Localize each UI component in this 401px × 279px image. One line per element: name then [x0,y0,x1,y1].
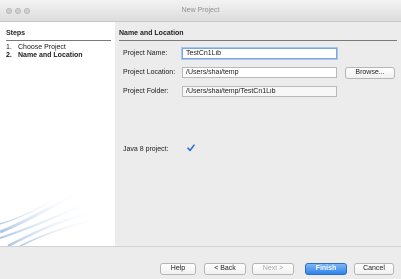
browse-button[interactable]: Browse... [345,67,395,79]
step-number: 2. [6,52,12,59]
step-name-and-location: 2. Name and Location [6,52,83,59]
step-number: 1. [6,44,12,51]
project-folder-label: Project Folder: [123,88,169,95]
project-name-label: Project Name: [123,50,168,57]
finish-button[interactable]: Finish [305,263,347,275]
step-label: Name and Location [18,52,83,59]
steps-divider [6,40,111,41]
checkmark-icon [187,144,195,152]
name-and-location-panel: Name and Location Project Name: Project … [117,22,401,246]
panel-divider [119,40,397,41]
back-button[interactable]: < Back [204,263,246,275]
java8-project-checkbox[interactable] [187,144,195,152]
steps-panel: Steps 1. Choose Project 2. Name and Locati… [0,22,115,246]
project-name-input[interactable] [182,48,337,59]
project-folder-input[interactable] [182,86,337,97]
wizard-wave-graphic [0,190,111,246]
window-title: New Project [181,7,220,14]
help-button[interactable]: Help [160,263,196,275]
new-project-dialog: New Project Steps 1. Choose Project 2. Nam… [0,0,401,279]
cancel-button[interactable]: Cancel [354,263,394,275]
project-location-input[interactable] [182,67,337,78]
title-bar: New Project [0,0,401,22]
project-location-label: Project Location: [123,69,176,76]
footer-divider [0,246,401,247]
step-label: Choose Project [18,44,66,51]
panel-header: Name and Location [119,30,184,37]
step-choose-project: 1. Choose Project [6,44,66,51]
java8-project-label: Java 8 project: [123,146,169,153]
steps-header: Steps [6,30,26,37]
next-button[interactable]: Next > [252,263,294,275]
